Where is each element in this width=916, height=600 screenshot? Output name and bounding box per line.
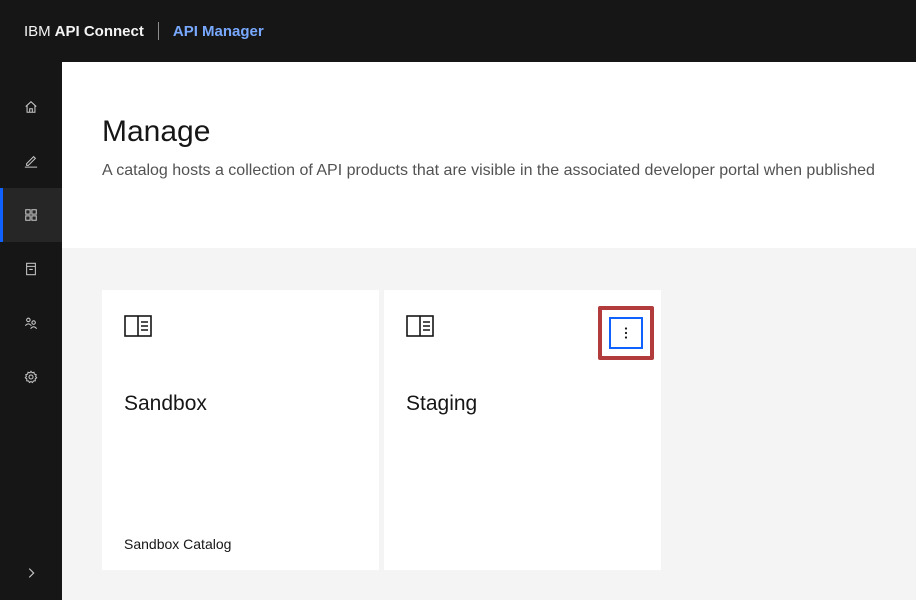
card-title: Staging — [406, 392, 478, 415]
nav-item-members[interactable] — [0, 296, 62, 350]
brand-divider — [157, 22, 159, 40]
overflow-menu-icon — [624, 327, 628, 339]
gear-icon — [24, 370, 38, 384]
card-title: Sandbox — [124, 392, 207, 415]
page-header: Manage A catalog hosts a collection of A… — [62, 62, 916, 248]
catalog-card-sandbox[interactable]: Sandbox Sandbox Catalog — [102, 290, 379, 570]
nav-item-develop[interactable] — [0, 134, 62, 188]
users-icon — [24, 317, 38, 330]
side-nav — [0, 62, 62, 600]
brand-product: API Connect — [54, 22, 144, 40]
grid-icon — [25, 209, 37, 221]
catalog-card-staging[interactable]: Staging — [384, 290, 661, 570]
document-icon — [26, 262, 36, 276]
edit-icon — [24, 155, 38, 168]
card-subtitle: Sandbox Catalog — [124, 536, 232, 552]
app-name[interactable]: API Manager — [173, 23, 264, 40]
brand[interactable]: IBM API Connect — [24, 23, 144, 40]
page-description: A catalog hosts a collection of API prod… — [102, 162, 875, 179]
overflow-menu-button[interactable] — [609, 317, 643, 349]
home-icon — [25, 101, 37, 113]
top-bar: IBM API Connect API Manager — [0, 0, 916, 62]
nav-item-resources[interactable] — [0, 242, 62, 296]
chevron-right-icon — [28, 568, 35, 578]
page-title: Manage — [102, 115, 211, 148]
nav-item-manage[interactable] — [0, 188, 62, 242]
catalog-icon — [124, 315, 152, 337]
catalog-icon — [406, 315, 434, 337]
nav-item-settings[interactable] — [0, 350, 62, 404]
nav-expand-button[interactable] — [0, 546, 62, 600]
nav-item-home[interactable] — [0, 80, 62, 134]
brand-prefix: IBM — [24, 22, 51, 40]
